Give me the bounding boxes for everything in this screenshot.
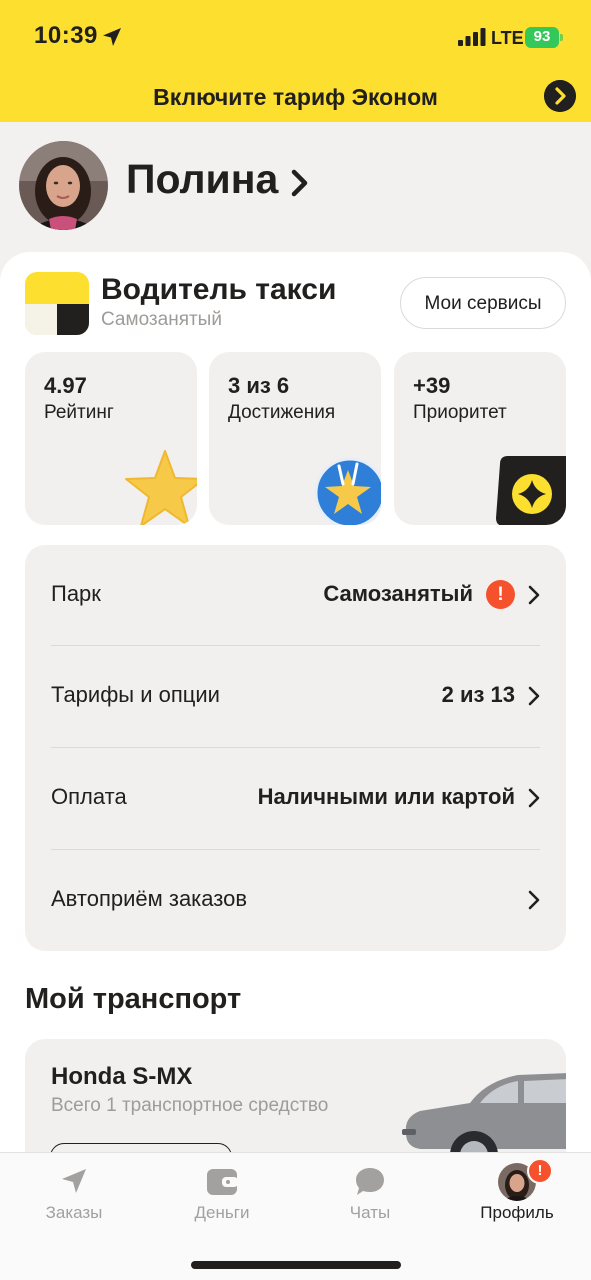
- achievements-label: Достижения: [228, 402, 336, 423]
- tariffs-label: Тарифы и опции: [51, 682, 220, 707]
- list-item-tariffs[interactable]: Тарифы и опции 2 из 13: [25, 646, 566, 747]
- rating-label: Рейтинг: [44, 402, 114, 423]
- priority-card[interactable]: +39 Приоритет: [394, 352, 566, 525]
- auto-accept-label: Автоприём заказов: [51, 886, 248, 911]
- park-label: Парк: [51, 581, 101, 606]
- rating-value: 4.97: [44, 373, 87, 398]
- promo-banner[interactable]: Включите тариф Эконом: [0, 76, 591, 120]
- list-item-park[interactable]: Парк Самозанятый: [25, 545, 566, 646]
- location-arrow-icon: [103, 28, 121, 46]
- tab-chats[interactable]: Чаты: [296, 1153, 444, 1233]
- wallet-icon: [207, 1169, 238, 1195]
- chevron-right-icon: [291, 169, 308, 197]
- status-bar: 10:39 LTE 93: [0, 0, 591, 76]
- battery-icon: 93: [525, 27, 563, 48]
- park-value: Самозанятый: [323, 581, 473, 606]
- role-subtitle: Самозанятый: [101, 309, 222, 330]
- profile-notification-badge: !: [527, 1158, 553, 1184]
- car-image: [402, 1073, 566, 1161]
- priority-value: +39: [413, 373, 451, 398]
- achievements-card[interactable]: 3 из 6 Достижения: [209, 352, 381, 525]
- list-item-auto-accept[interactable]: Автоприём заказов: [25, 850, 566, 951]
- tab-orders-label: Заказы: [45, 1203, 103, 1222]
- achievements-value: 3 из 6: [228, 373, 290, 398]
- payment-value: Наличными или картой: [257, 784, 515, 809]
- chevron-right-icon: [528, 788, 540, 808]
- navigation-arrow-icon: [62, 1169, 86, 1193]
- rating-card[interactable]: 4.97 Рейтинг: [25, 352, 197, 525]
- vehicle-subtitle: Всего 1 транспортное средство: [51, 1095, 329, 1116]
- network-type: LTE: [491, 28, 524, 48]
- transport-title: Мой транспорт: [25, 983, 242, 1015]
- chevron-right-icon: [528, 686, 540, 706]
- warning-badge: !: [486, 580, 515, 609]
- chevron-right-icon: [528, 890, 540, 910]
- signal-bars-icon: [458, 28, 486, 46]
- status-time: 10:39: [34, 22, 98, 49]
- chevron-right-icon[interactable]: [544, 80, 576, 112]
- chat-bubble-icon: [356, 1168, 384, 1195]
- tab-profile-label: Профиль: [480, 1203, 554, 1222]
- payment-label: Оплата: [51, 784, 127, 809]
- role-title: Водитель такси: [101, 273, 337, 306]
- star-icon: [125, 450, 197, 525]
- yandex-pro-logo: [25, 272, 89, 335]
- settings-list: Парк Самозанятый Тарифы и опции 2 из 13 …: [25, 545, 566, 951]
- avatar[interactable]: [19, 141, 108, 230]
- priority-label: Приоритет: [413, 402, 507, 423]
- vehicle-name: Honda S-MX: [51, 1063, 193, 1090]
- tab-money[interactable]: Деньги: [148, 1153, 296, 1233]
- priority-icon: [496, 456, 566, 525]
- tab-profile[interactable]: Профиль: [443, 1153, 591, 1233]
- tab-money-label: Деньги: [194, 1203, 250, 1222]
- battery-level: 93: [533, 28, 551, 45]
- profile-name[interactable]: Полина: [126, 156, 278, 203]
- list-item-payment[interactable]: Оплата Наличными или картой: [25, 748, 566, 849]
- tab-chats-label: Чаты: [349, 1203, 391, 1222]
- promo-banner-text: Включите тариф Эконом: [153, 84, 438, 110]
- chevron-right-icon: [528, 585, 540, 605]
- achievement-badge-icon: [314, 457, 381, 525]
- tab-orders[interactable]: Заказы: [0, 1153, 148, 1233]
- home-indicator[interactable]: [191, 1261, 401, 1269]
- tariffs-value: 2 из 13: [441, 682, 515, 707]
- my-services-button[interactable]: Мои сервисы: [400, 277, 566, 329]
